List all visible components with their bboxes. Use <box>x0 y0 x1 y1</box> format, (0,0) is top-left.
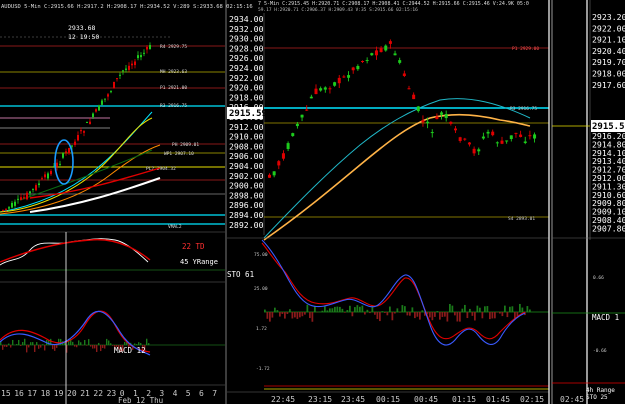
main-title: 7 5-Min C:2915.45 H:2920.71 C:2908.17 H:… <box>258 1 529 7</box>
crosshair-price-label: 2933.68 <box>68 24 95 32</box>
main-current-price-tag: 2915.59 <box>229 109 267 119</box>
main-time-label: 00:45 <box>414 395 438 404</box>
side-price-label: 2919.70 <box>592 57 625 67</box>
side-price-label: 2922.00 <box>592 23 625 33</box>
sto-red-line <box>261 242 526 340</box>
side-tick-lower: -0.66 <box>593 348 607 354</box>
left-x-label: 4 <box>173 389 178 398</box>
level-label-p1: P1 2921.00 <box>160 85 187 91</box>
side-price-label: 2920.40 <box>592 46 625 56</box>
macd-tick-upper: 1.72 <box>256 326 267 332</box>
main-price-label: 2928.00 <box>229 43 264 53</box>
left-chart-panel[interactable]: AUDUSD 5-Min C:2915.66 H:2917.2 H:2908.1… <box>0 0 253 404</box>
left-x-label: 18 <box>41 389 51 398</box>
main-price-label: 2902.00 <box>229 171 264 181</box>
td-label: 22 TD <box>182 242 205 251</box>
main-level-s4-label: S4 2893.01 <box>508 216 535 222</box>
left-x-label: 17 <box>27 389 37 398</box>
left-date-label: Feb 12 Thu <box>118 396 163 404</box>
main-time-label: 23:45 <box>341 395 365 404</box>
main-price-label: 2906.00 <box>229 151 264 161</box>
level-label-wp1: WP1 2907.10 <box>164 151 194 157</box>
sto-blue-line <box>261 239 526 346</box>
main-price-label: 2934.00 <box>229 14 264 24</box>
main-price-label: 2892.00 <box>229 220 264 230</box>
main-time-label: 01:45 <box>486 395 510 404</box>
side-price-label: 2907.80 <box>592 223 625 233</box>
level-label-r3: R3 2916.75 <box>160 103 187 109</box>
main-time-label: 02:45 <box>560 395 584 404</box>
sto-tick-lower: 25.00 <box>254 286 268 292</box>
main-time-label: 02:15 <box>520 395 544 404</box>
level-label-r4: R4 2929.75 <box>160 44 187 50</box>
main-time-label: 01:15 <box>452 395 476 404</box>
level-label-mh: MH 2923.63 <box>160 69 187 75</box>
main-macd-histogram <box>264 303 531 322</box>
side-price-label: 2923.20 <box>592 12 625 22</box>
side-price-label: 2921.10 <box>592 35 625 45</box>
main-price-label: 2898.00 <box>229 190 264 200</box>
main-price-label: 2908.00 <box>229 141 264 151</box>
main-price-label: 2896.00 <box>229 200 264 210</box>
side-sto-label: STO 25 <box>586 394 608 401</box>
sto-label: STO 61 <box>227 270 254 279</box>
side-price-panel[interactable]: 2923.202922.00 2921.102920.402919.70 2918.… <box>552 0 625 404</box>
left-x-label: 5 <box>186 389 191 398</box>
main-price-label: 2918.00 <box>229 92 264 102</box>
main-price-label: 2912.00 <box>229 122 264 132</box>
main-chart-panel[interactable]: 7 5-Min C:2915.45 H:2920.71 C:2908.17 H:… <box>227 1 584 404</box>
level-label-ph: PH 2909.01 <box>172 142 199 148</box>
main-price-label: 2926.00 <box>229 53 264 63</box>
chart-workspace: AUDUSD 5-Min C:2915.66 H:2917.2 H:2908.1… <box>0 0 625 404</box>
sto-tick-upper: 75.00 <box>254 252 268 258</box>
macd-label-left: MACD 12 <box>114 346 146 355</box>
main-price-label: 2910.00 <box>229 132 264 142</box>
side-range-label: 4h Range <box>586 387 615 394</box>
side-current-price-tag: 2915.59 <box>592 122 625 132</box>
left-x-label: 22 <box>93 389 103 398</box>
main-time-label: 23:15 <box>308 395 332 404</box>
side-price-label: 2917.60 <box>592 80 625 90</box>
main-price-label: 2922.00 <box>229 73 264 83</box>
left-x-label: 19 <box>54 389 64 398</box>
side-price-label: 2918.00 <box>592 69 625 79</box>
main-price-label: 2930.00 <box>229 34 264 44</box>
main-time-axis: 22:45 23:15 23:45 00:15 00:45 01:15 01:45 02:15… <box>271 395 584 404</box>
side-macd-label: MACD 1 <box>592 313 619 322</box>
left-x-label: 15 <box>1 389 11 398</box>
main-price-label: 2924.00 <box>229 63 264 73</box>
main-price-axis: 2934.002932.002930.002928.002926.002924.… <box>229 14 264 230</box>
main-price-label: 2920.00 <box>229 83 264 93</box>
main-price-label: 2932.00 <box>229 24 264 34</box>
crosshair-time-label: 12 19:50 <box>68 33 99 41</box>
level-label-vmal: VMAL2 <box>168 224 182 230</box>
main-ma-orange <box>263 113 531 241</box>
main-subtitle: 59.17 H:2920.71 C:2906.37 H:2909.43 V:35… <box>258 7 418 13</box>
left-x-label: 7 <box>212 389 217 398</box>
main-price-label: 2900.00 <box>229 181 264 191</box>
left-x-label: 23 <box>107 389 117 398</box>
left-title: AUDUSD 5-Min C:2915.66 H:2917.2 H:2908.1… <box>1 4 253 10</box>
yrange-label: 45 YRange <box>180 258 218 266</box>
left-x-label: 16 <box>14 389 24 398</box>
main-price-label: 2894.00 <box>229 210 264 220</box>
left-x-label: 6 <box>199 389 204 398</box>
main-time-label: 00:15 <box>376 395 400 404</box>
main-price-label: 2904.00 <box>229 161 264 171</box>
side-tick-upper: 0.66 <box>593 275 604 281</box>
left-x-label: 20 <box>67 389 77 398</box>
macd-tick-lower: -1.72 <box>256 366 270 372</box>
left-x-label: 21 <box>80 389 90 398</box>
main-level-p1-label: P1 2929.00 <box>512 46 539 52</box>
main-time-label: 22:45 <box>271 395 295 404</box>
